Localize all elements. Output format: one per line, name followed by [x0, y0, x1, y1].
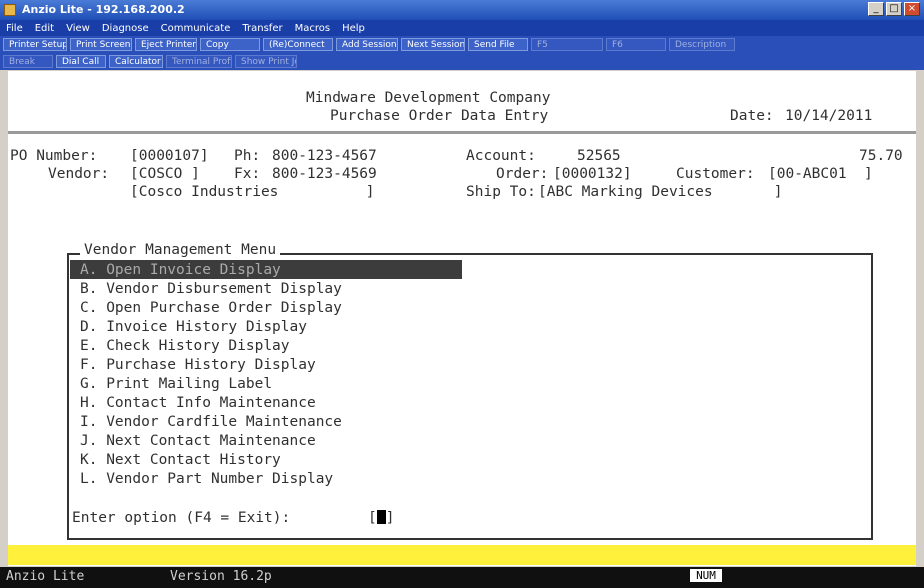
- option-prompt: Enter option (F4 = Exit):: [72, 510, 291, 526]
- menu-item-i[interactable]: I. Vendor Cardfile Maintenance: [80, 413, 342, 431]
- copy-button[interactable]: Copy: [200, 38, 260, 51]
- customer-field[interactable]: [00-ABC01 ]: [768, 165, 873, 183]
- menu-item-f[interactable]: F. Purchase History Display: [80, 356, 316, 374]
- vendor-name-field[interactable]: [Cosco Industries ]: [130, 183, 374, 201]
- screen-title: Purchase Order Data Entry: [330, 108, 549, 124]
- window-controls: _ □ ×: [868, 2, 920, 16]
- window-title: Anzio Lite - 192.168.200.2: [22, 3, 185, 16]
- f6-button[interactable]: F6: [606, 38, 666, 51]
- option-field-close: ]: [385, 510, 395, 526]
- send-file-button[interactable]: Send File: [468, 38, 528, 51]
- phone-label: Ph:: [234, 148, 261, 164]
- add-session-button[interactable]: Add Session: [336, 38, 398, 51]
- option-input[interactable]: []: [368, 509, 394, 527]
- reconnect-button[interactable]: (Re)Connect: [263, 38, 333, 51]
- app-icon: [4, 4, 16, 16]
- num-lock-indicator: NUM: [690, 569, 722, 582]
- menu-transfer[interactable]: Transfer: [236, 23, 288, 34]
- fax-value: 800-123-4569: [272, 166, 377, 182]
- po-number-label: PO Number:: [10, 148, 98, 164]
- break-button[interactable]: Break: [3, 55, 53, 68]
- terminal-screen[interactable]: Mindware Development Company Purchase Or…: [8, 71, 916, 566]
- ship-to-label: Ship To:: [466, 184, 536, 200]
- description-button[interactable]: Description: [669, 38, 735, 51]
- menu-item-e[interactable]: E. Check History Display: [80, 337, 290, 355]
- minimize-button[interactable]: _: [868, 2, 884, 16]
- option-field-open: [: [368, 510, 377, 526]
- status-bar: Anzio Lite Version 16.2p NUM: [0, 567, 924, 588]
- printer-setup-button[interactable]: Printer Setup: [3, 38, 67, 51]
- menu-item-c[interactable]: C. Open Purchase Order Display: [80, 299, 342, 317]
- customer-label: Customer:: [676, 166, 755, 182]
- order-field[interactable]: [0000132]: [553, 165, 632, 183]
- next-session-button[interactable]: Next Session: [401, 38, 465, 51]
- eject-printer-button[interactable]: Eject Printer: [135, 38, 197, 51]
- menu-title: Vendor Management Menu: [80, 241, 281, 259]
- product-name: Anzio Lite: [6, 569, 85, 584]
- text-cursor: [376, 510, 386, 524]
- menu-item-a[interactable]: A. Open Invoice Display: [80, 261, 281, 279]
- menu-edit[interactable]: Edit: [29, 23, 60, 34]
- menu-diagnose[interactable]: Diagnose: [96, 23, 155, 34]
- menu-view[interactable]: View: [60, 23, 96, 34]
- menu-item-d[interactable]: D. Invoice History Display: [80, 318, 307, 336]
- menu-item-b[interactable]: B. Vendor Disbursement Display: [80, 280, 342, 298]
- menu-file[interactable]: File: [0, 23, 29, 34]
- po-number-field[interactable]: [0000107]: [130, 147, 209, 165]
- divider: [8, 131, 916, 134]
- version-label: Version 16.2p: [170, 569, 272, 584]
- account-label: Account:: [466, 148, 536, 164]
- message-line: [8, 545, 916, 565]
- f5-button[interactable]: F5: [531, 38, 603, 51]
- date-value: 10/14/2011: [785, 108, 873, 124]
- menu-help[interactable]: Help: [336, 23, 371, 34]
- account-value: 52565: [577, 148, 621, 164]
- menu-item-g[interactable]: G. Print Mailing Label: [80, 375, 272, 393]
- phone-value: 800-123-4567: [272, 148, 377, 164]
- menu-item-j[interactable]: J. Next Contact Maintenance: [80, 432, 316, 450]
- menu-bar: File Edit View Diagnose Communicate Tran…: [0, 20, 924, 36]
- date-label: Date:: [730, 108, 774, 124]
- fax-label: Fx:: [234, 166, 261, 182]
- maximize-button[interactable]: □: [886, 2, 902, 16]
- title-bar: Anzio Lite - 192.168.200.2 _ □ ×: [0, 0, 924, 20]
- menu-item-k[interactable]: K. Next Contact History: [80, 451, 281, 469]
- vendor-field[interactable]: [COSCO ]: [130, 165, 200, 183]
- menu-macros[interactable]: Macros: [289, 23, 336, 34]
- amount-value: 75.70: [859, 148, 903, 164]
- ship-to-field[interactable]: [ABC Marking Devices ]: [538, 183, 782, 201]
- close-button[interactable]: ×: [904, 2, 920, 16]
- vendor-label: Vendor:: [48, 166, 110, 182]
- company-name: Mindware Development Company: [306, 90, 551, 106]
- order-label: Order:: [496, 166, 549, 182]
- dial-call-button[interactable]: Dial Call: [56, 55, 106, 68]
- print-screen-button[interactable]: Print Screen: [70, 38, 132, 51]
- menu-item-l[interactable]: L. Vendor Part Number Display: [80, 470, 333, 488]
- calculator-button[interactable]: Calculator: [109, 55, 163, 68]
- terminal-profile-button[interactable]: Terminal Profile: [166, 55, 232, 68]
- toolbar-secondary: Break Dial Call Calculator Terminal Prof…: [0, 53, 924, 70]
- show-print-job-button[interactable]: Show Print Job: [235, 55, 297, 68]
- menu-item-h[interactable]: H. Contact Info Maintenance: [80, 394, 316, 412]
- menu-communicate[interactable]: Communicate: [155, 23, 237, 34]
- toolbar-primary: Printer Setup Print Screen Eject Printer…: [0, 36, 924, 53]
